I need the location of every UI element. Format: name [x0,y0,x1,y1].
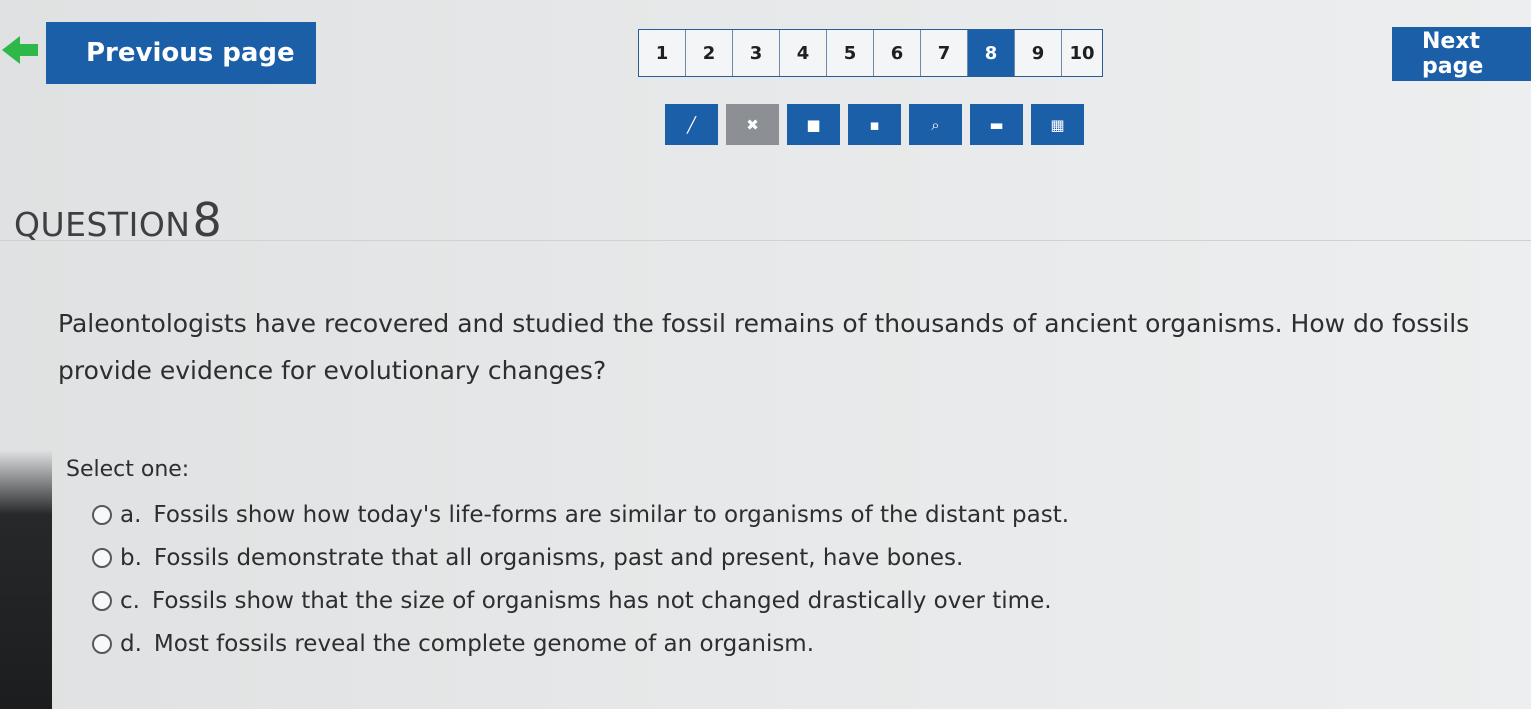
option-letter: c. [120,587,140,614]
answer-option[interactable]: c. Fossils show that the size of organism… [92,579,1069,622]
option-text: Fossils show that the size of organisms … [151,587,1052,614]
calculator-icon[interactable]: ▦ [1031,104,1084,145]
select-one-prompt: Select one: [66,457,190,482]
option-letter: d. [120,630,142,657]
page-button-1[interactable]: 1 [639,30,686,76]
page-button-2[interactable]: 2 [686,30,733,76]
page-button-9[interactable]: 9 [1015,30,1062,76]
question-label: QUESTION [14,205,191,244]
question-number: 8 [192,193,222,247]
radio-button[interactable] [92,633,112,654]
radio-button[interactable] [92,590,112,611]
answer-option[interactable]: b. Fossils demonstrate that all organisms… [92,536,1069,579]
line-reader-icon[interactable]: ▬ [970,104,1023,145]
option-letter: a. [120,501,142,528]
page-button-10[interactable]: 10 [1062,30,1102,76]
pencil-icon[interactable]: ╱ [665,104,718,145]
answer-option[interactable]: a. Fossils show how today's life-forms ar… [92,493,1069,536]
highlighter-icon[interactable]: ▪ [848,104,901,145]
screen-bezel-shadow [0,450,52,709]
previous-page-button[interactable]: Previous page [46,22,316,84]
magnifier-icon[interactable]: ⌕ [909,104,962,145]
question-heading: QUESTION 8 [14,193,222,247]
next-page-button[interactable]: Next page [1392,27,1531,81]
page-button-8[interactable]: 8 [968,30,1015,76]
page-button-4[interactable]: 4 [780,30,827,76]
tool-bar: ╱ ✖ ■ ▪ ⌕ ▬ ▦ [665,104,1084,145]
option-text: Fossils demonstrate that all organisms, … [153,544,964,571]
option-letter: b. [120,544,142,571]
question-pager: 1 2 3 4 5 6 7 8 9 10 [638,29,1103,77]
option-text: Fossils show how today's life-forms are … [153,501,1070,528]
page-button-3[interactable]: 3 [733,30,780,76]
page-button-7[interactable]: 7 [921,30,968,76]
answer-options: a. Fossils show how today's life-forms ar… [92,493,1069,665]
divider [0,240,1531,241]
page-button-5[interactable]: 5 [827,30,874,76]
answer-option[interactable]: d. Most fossils reveal the complete genom… [92,622,1069,665]
bookmark-icon[interactable]: ■ [787,104,840,145]
back-arrow-icon[interactable] [0,30,40,70]
question-text: Paleontologists have recovered and studi… [58,309,1470,385]
radio-button[interactable] [92,547,112,568]
page-button-6[interactable]: 6 [874,30,921,76]
eraser-close-icon[interactable]: ✖ [726,104,779,145]
radio-button[interactable] [92,504,112,525]
option-text: Most fossils reveal the complete genome … [153,630,815,657]
